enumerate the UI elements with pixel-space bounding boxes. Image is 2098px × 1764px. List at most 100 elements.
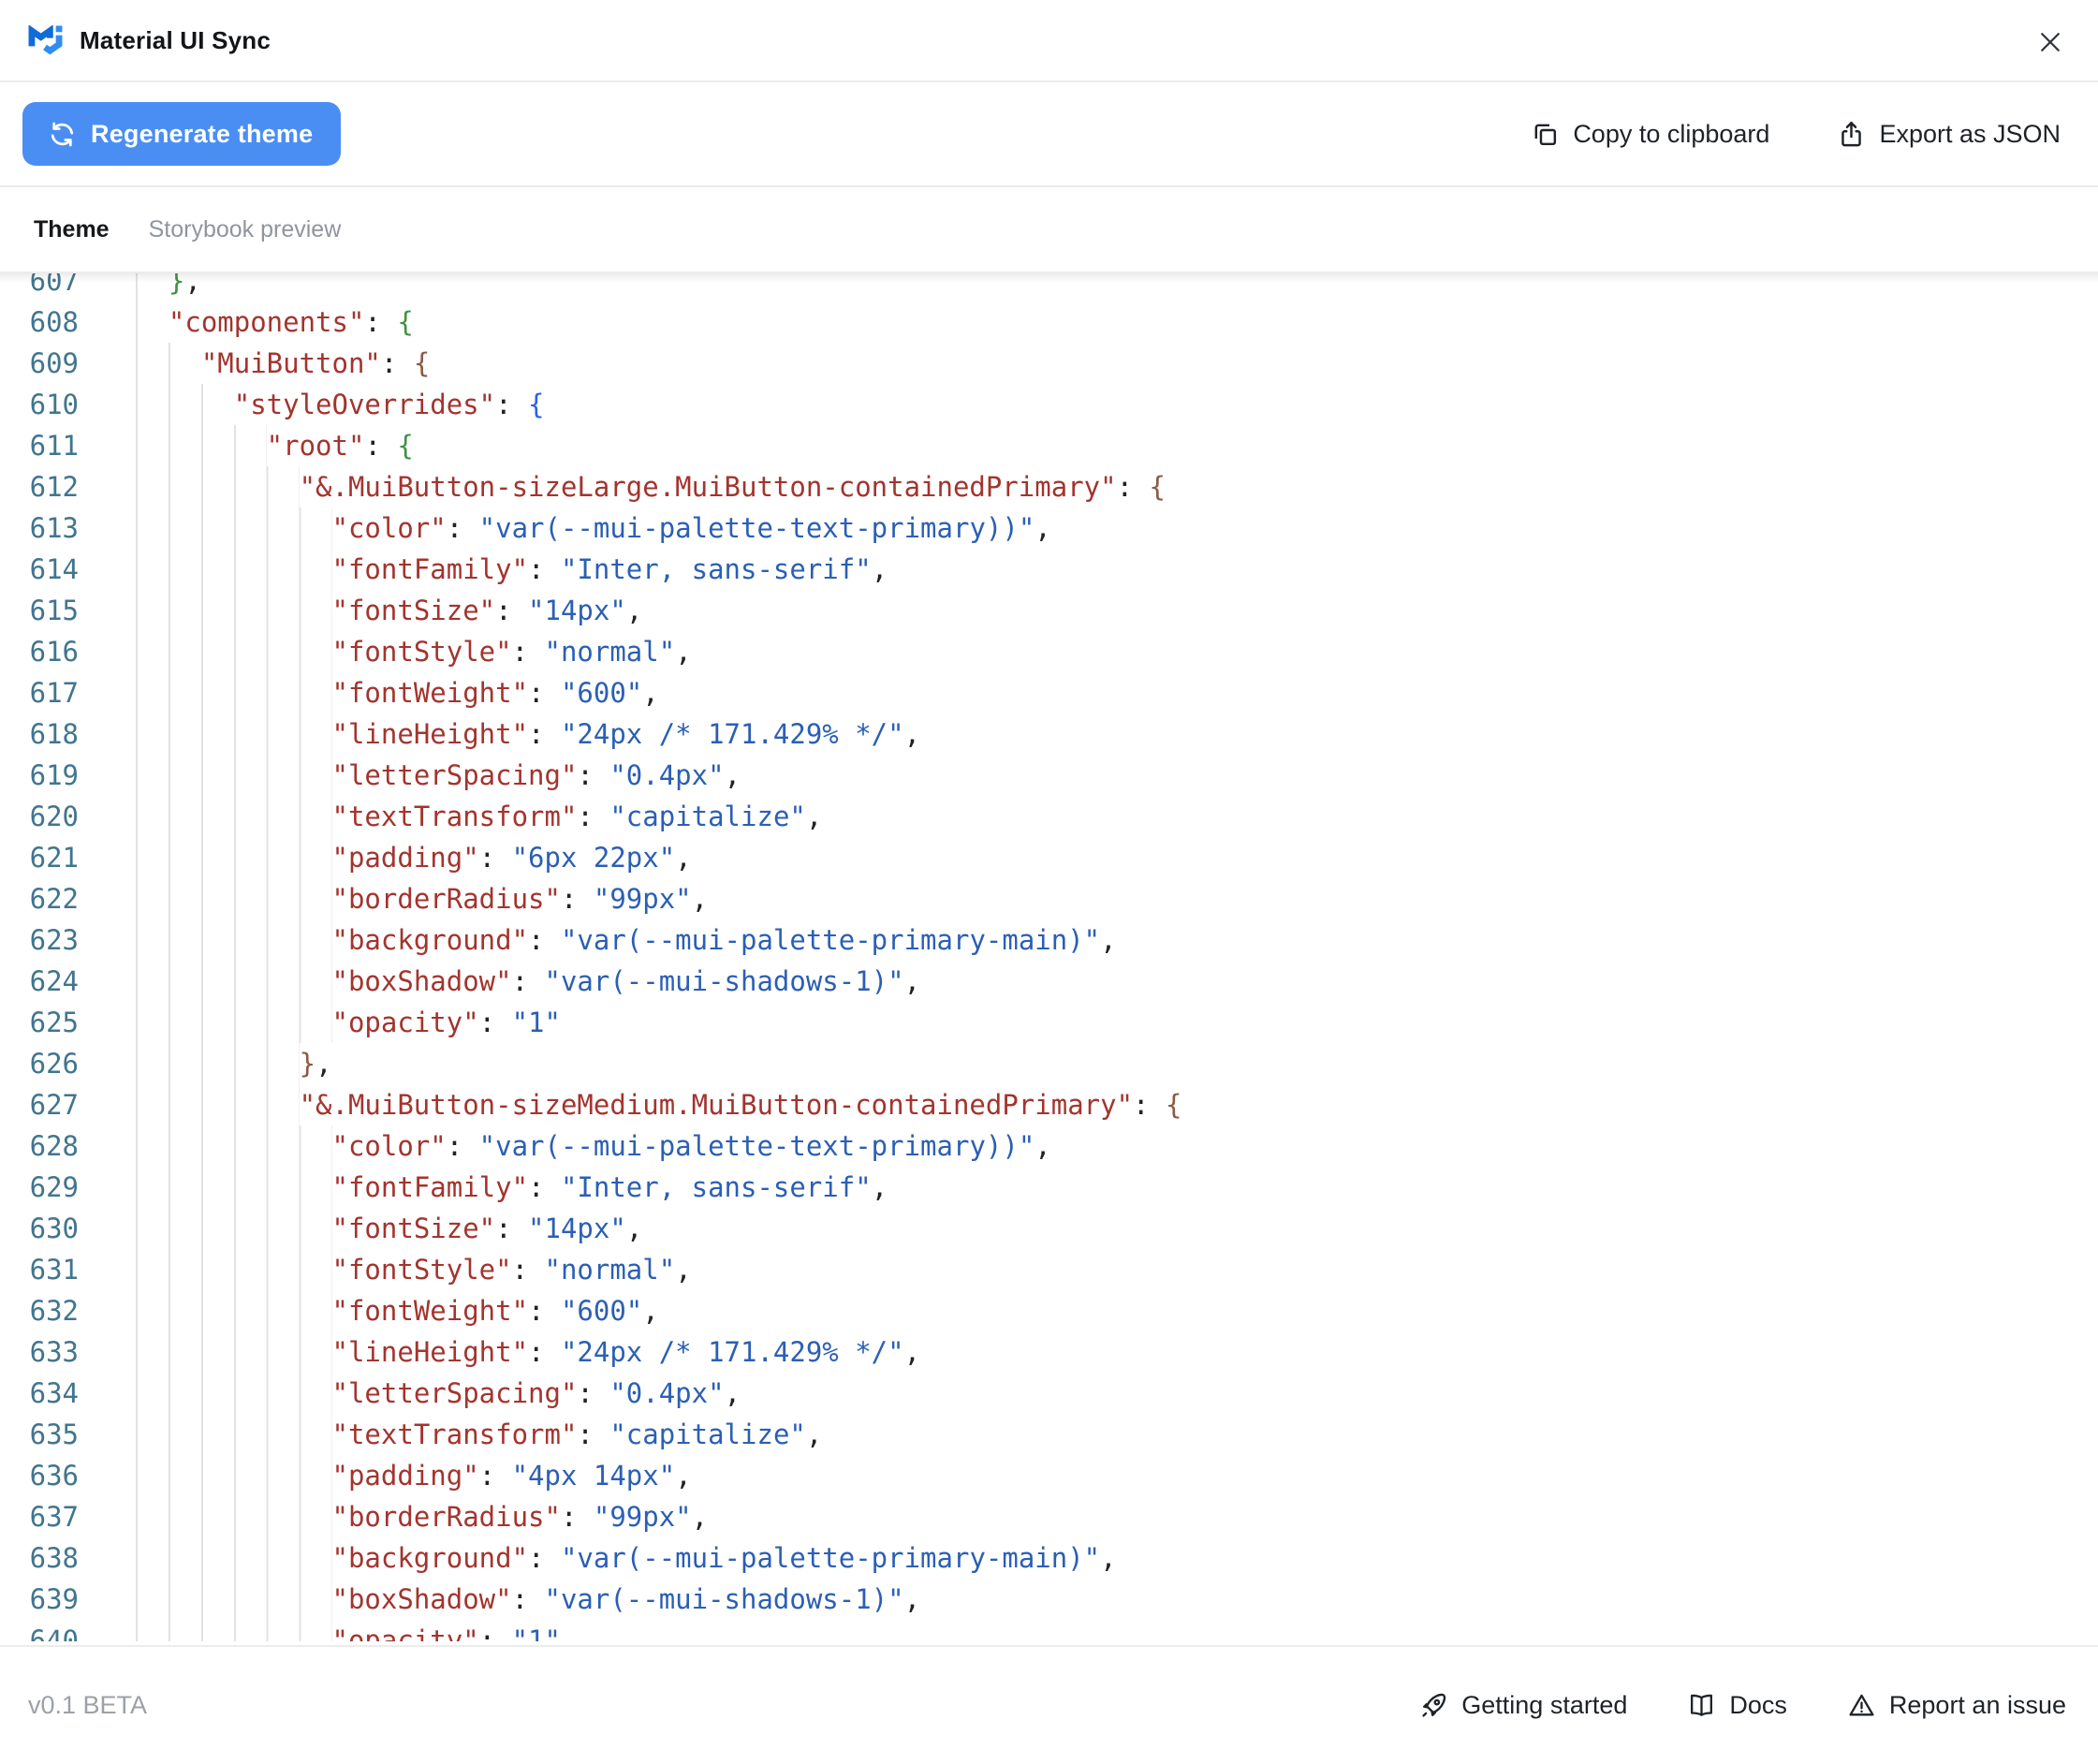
code-text: "fontSize": "14px", <box>331 1213 643 1244</box>
code-text: "components": { <box>168 306 414 338</box>
line-number: 629 <box>29 1171 79 1203</box>
close-icon <box>2041 33 2060 51</box>
getting-started-link[interactable]: Getting started <box>1419 1691 1627 1720</box>
copy-to-clipboard-label: Copy to clipboard <box>1573 119 1770 148</box>
indent-guides <box>136 755 332 796</box>
line-number: 620 <box>29 801 79 832</box>
code-text: "fontWeight": "600", <box>331 1295 659 1327</box>
code-line: 630 "fontSize": "14px", <box>0 1208 2098 1249</box>
code-text: "background": "var(--mui-palette-primary… <box>331 1542 1117 1574</box>
indent-guides <box>136 1208 332 1249</box>
toolbar: Regenerate theme Copy to clipboard Expor… <box>0 82 2098 187</box>
code-line: 609 "MuiButton": { <box>0 343 2098 384</box>
refresh-icon <box>51 122 74 146</box>
line-number: 613 <box>29 512 79 544</box>
indent-guides <box>136 301 169 343</box>
code-text: "boxShadow": "var(--mui-shadows-1)", <box>331 1583 921 1615</box>
code-line: 612 "&.MuiButton-sizeLarge.MuiButton-cont… <box>0 466 2098 507</box>
indent-guides <box>136 1084 300 1125</box>
report-issue-link[interactable]: Report an issue <box>1847 1691 2066 1720</box>
code-line: 637 "borderRadius": "99px", <box>0 1496 2098 1537</box>
code-line: 614 "fontFamily": "Inter, sans-serif", <box>0 549 2098 590</box>
indent-guides <box>136 1620 332 1641</box>
book-icon <box>1691 1694 1713 1716</box>
rocket-icon <box>1422 1693 1446 1717</box>
regenerate-theme-button[interactable]: Regenerate theme <box>22 102 342 166</box>
tab-storybook-preview[interactable]: Storybook preview <box>149 216 342 243</box>
code-text: "letterSpacing": "0.4px", <box>331 1377 741 1409</box>
code-text: "color": "var(--mui-palette-text-primary… <box>331 512 1051 544</box>
code-line: 634 "letterSpacing": "0.4px", <box>0 1373 2098 1414</box>
indent-guides <box>136 549 332 590</box>
tab-storybook-preview-label: Storybook preview <box>148 215 342 243</box>
export-as-json-label: Export as JSON <box>1879 119 2061 148</box>
code-line: 621 "padding": "6px 22px", <box>0 837 2098 878</box>
code-text: "padding": "4px 14px", <box>331 1460 692 1492</box>
indent-guides <box>136 1002 332 1043</box>
code-line: 640 "opacity": "1" <box>0 1620 2098 1641</box>
code-text: "fontFamily": "Inter, sans-serif", <box>331 1171 888 1203</box>
line-number: 612 <box>29 471 79 503</box>
indent-guides <box>136 1579 332 1620</box>
line-number: 608 <box>29 306 79 338</box>
line-number: 628 <box>29 1130 79 1162</box>
line-number: 631 <box>29 1254 79 1286</box>
page-title: Material UI Sync <box>80 25 271 54</box>
line-number: 638 <box>29 1542 79 1574</box>
line-number: 624 <box>29 965 79 997</box>
code-line: 625 "opacity": "1" <box>0 1002 2098 1043</box>
code-line: 611 "root": { <box>0 425 2098 466</box>
tab-theme[interactable]: Theme <box>34 216 110 243</box>
code-text: "textTransform": "capitalize", <box>331 801 823 832</box>
close-button[interactable] <box>2034 26 2066 58</box>
line-number: 610 <box>29 389 79 420</box>
code-text: "fontStyle": "normal", <box>331 636 692 668</box>
line-number: 615 <box>29 595 79 626</box>
line-number: 634 <box>29 1377 79 1409</box>
code-text: }, <box>299 1048 332 1080</box>
code-line: 628 "color": "var(--mui-palette-text-prim… <box>0 1125 2098 1167</box>
code-line: 623 "background": "var(--mui-palette-prim… <box>0 919 2098 961</box>
line-number: 627 <box>29 1089 79 1121</box>
code-line: 639 "boxShadow": "var(--mui-shadows-1)", <box>0 1579 2098 1620</box>
docs-label: Docs <box>1729 1691 1787 1719</box>
footer-links: Getting started Docs Report an issue <box>1419 1691 2066 1720</box>
line-number: 618 <box>29 718 79 750</box>
code-text: "boxShadow": "var(--mui-shadows-1)", <box>331 965 921 997</box>
code-text: "&.MuiButton-sizeMedium.MuiButton-contai… <box>299 1089 1182 1121</box>
line-number: 617 <box>29 677 79 709</box>
code-text: "fontStyle": "normal", <box>331 1254 692 1286</box>
indent-guides <box>136 796 332 837</box>
export-as-json-button[interactable]: Export as JSON <box>1837 120 2061 149</box>
indent-guides <box>136 713 332 755</box>
line-number: 621 <box>29 842 79 874</box>
indent-guides <box>136 1167 332 1208</box>
theme-json-editor[interactable]: 607}, 608 "components": { 609 "MuiButton": {… <box>0 273 2098 1641</box>
code-text: "root": { <box>266 430 414 462</box>
code-line: 616 "fontStyle": "normal", <box>0 631 2098 672</box>
getting-started-label: Getting started <box>1461 1691 1628 1719</box>
indent-guides <box>136 466 300 507</box>
line-number: 625 <box>29 1007 79 1038</box>
code-text: "fontSize": "14px", <box>331 595 643 626</box>
line-number: 607 <box>29 273 79 297</box>
code-line: 629 "fontFamily": "Inter, sans-serif", <box>0 1167 2098 1208</box>
code-text: "letterSpacing": "0.4px", <box>331 759 741 791</box>
copy-to-clipboard-button[interactable]: Copy to clipboard <box>1531 120 1769 149</box>
indent-guides <box>136 507 332 549</box>
indent-guides <box>136 1414 332 1455</box>
code-text: "&.MuiButton-sizeLarge.MuiButton-contain… <box>299 471 1166 503</box>
code-line: 635 "textTransform": "capitalize", <box>0 1414 2098 1455</box>
indent-guides <box>136 1331 332 1373</box>
line-number: 616 <box>29 636 79 668</box>
indent-guides <box>136 343 201 384</box>
toolbar-actions: Copy to clipboard Export as JSON <box>1531 120 2061 149</box>
code-line: 636 "padding": "4px 14px", <box>0 1455 2098 1496</box>
docs-link[interactable]: Docs <box>1687 1691 1787 1720</box>
code-text: "color": "var(--mui-palette-text-primary… <box>331 1130 1051 1162</box>
version-label: v0.1 BETA <box>28 1691 148 1719</box>
indent-guides <box>136 1125 332 1167</box>
indent-guides <box>136 919 332 961</box>
line-number: 633 <box>29 1336 79 1368</box>
line-number: 614 <box>29 553 79 585</box>
